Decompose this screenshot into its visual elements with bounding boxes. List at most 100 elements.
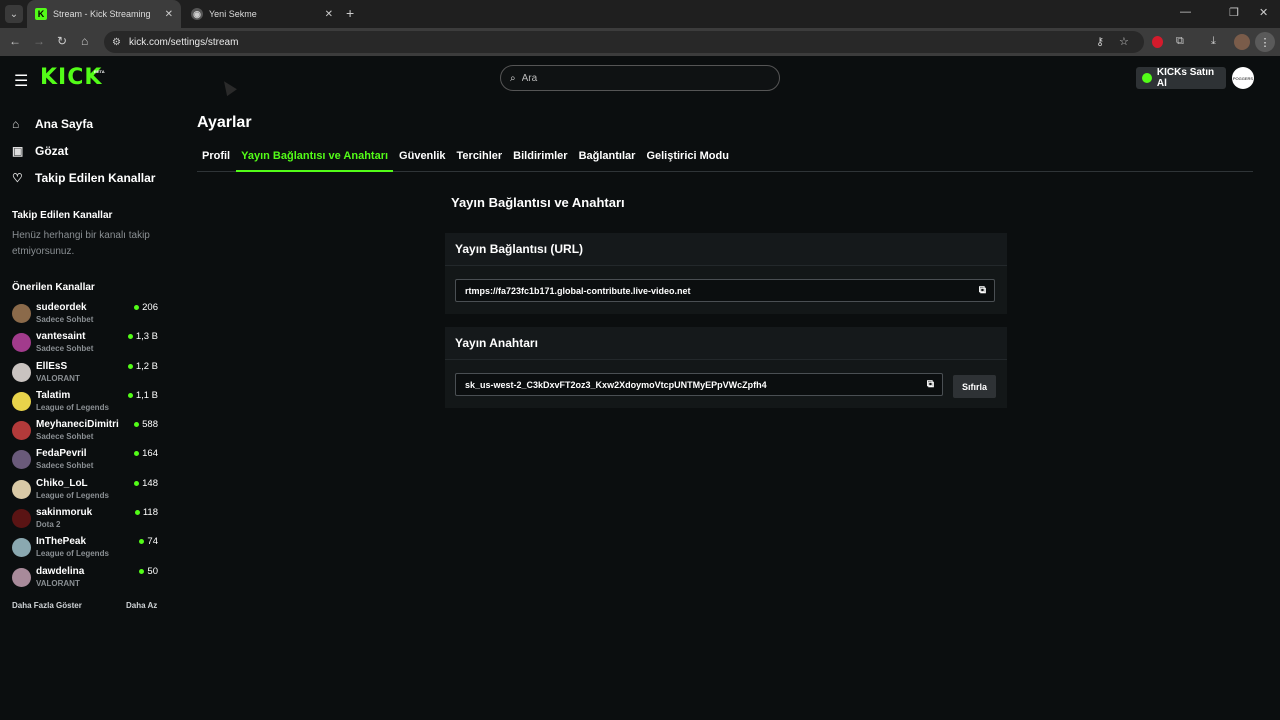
extensions-puzzle-icon[interactable]: ⧉ — [1176, 35, 1184, 48]
reset-key-button[interactable]: Sıfırla — [953, 375, 996, 398]
sidebar-item-browse[interactable]: ▣ Gözat — [12, 137, 155, 164]
live-dot-icon — [134, 451, 140, 457]
viewer-count-value: 1,1 B — [135, 389, 158, 401]
channel-category: VALORANT — [36, 578, 80, 588]
live-dot-icon — [139, 568, 145, 574]
viewer-count-value: 1,3 B — [135, 331, 158, 343]
site-info-icon[interactable]: ⚙ — [112, 37, 121, 48]
extension-icon[interactable] — [1152, 36, 1163, 48]
channel-category: League of Legends — [36, 402, 109, 412]
buy-kicks-button[interactable]: KICKs Satın Al — [1136, 67, 1226, 89]
viewer-count: 206 — [134, 302, 158, 313]
viewer-count-value: 164 — [142, 448, 158, 460]
sidebar-item-following[interactable]: ♡ Takip Edilen Kanallar — [12, 164, 155, 191]
close-icon[interactable]: ✕ — [165, 9, 173, 20]
back-icon[interactable]: ← — [9, 34, 21, 48]
channel-avatar — [12, 509, 31, 529]
followed-channels-title: Takip Edilen Kanallar — [12, 210, 113, 221]
tab-yay-n-ba-lant-s-ve-anahtar-[interactable]: Yayın Bağlantısı ve Anahtarı — [236, 146, 394, 172]
buy-kicks-label: KICKs Satın Al — [1156, 67, 1215, 89]
channel-avatar — [12, 538, 31, 558]
kick-favicon-icon: K — [35, 8, 47, 20]
password-key-icon[interactable]: ⚷ — [1096, 35, 1104, 48]
stream-url-field[interactable]: rtmps://fa723fc1b171.global-contribute.l… — [455, 279, 995, 302]
search-input[interactable] — [521, 72, 752, 84]
tab-profil[interactable]: Profil — [197, 146, 235, 172]
live-dot-icon — [134, 510, 140, 516]
channel-category: VALORANT — [36, 373, 80, 383]
channel-item[interactable]: FedaPevril Sadece Sohbet 164 — [12, 445, 160, 474]
sidebar-item-home[interactable]: ⌂ Ana Sayfa — [12, 110, 155, 137]
channel-category: Sadece Sohbet — [36, 461, 94, 471]
tab-geli-tirici-modu[interactable]: Geliştirici Modu — [641, 146, 734, 172]
sidebar-item-label: Gözat — [35, 143, 69, 158]
channel-avatar — [12, 421, 31, 441]
new-tab-icon[interactable]: + — [346, 5, 354, 21]
close-icon[interactable]: ✕ — [325, 9, 333, 20]
search-icon: ⌕ — [510, 72, 516, 84]
channel-item[interactable]: Talatim League of Legends 1,1 B — [12, 387, 160, 416]
browser-tabstrip: ⌄ K Stream - Kick Streaming ✕ ◉ Yeni Sek… — [0, 0, 1280, 28]
window-close-icon[interactable]: ✕ — [1259, 6, 1268, 19]
forward-icon[interactable]: → — [33, 34, 45, 48]
channel-avatar — [12, 450, 31, 470]
browser-tab[interactable]: ◉ Yeni Sekme ✕ — [183, 0, 341, 28]
home-browser-icon[interactable]: ⌂ — [81, 34, 88, 48]
more-menu-icon[interactable]: ⋮ — [1255, 32, 1275, 52]
channel-item[interactable]: dawdelina VALORANT 50 — [12, 563, 160, 592]
channel-item[interactable]: MeyhaneciDimitri Sadece Sohbet 588 — [12, 416, 160, 445]
page-title: Ayarlar — [197, 114, 252, 131]
search-bar[interactable]: ⌕ — [500, 65, 780, 91]
tab-title: Yeni Sekme — [209, 9, 257, 19]
channel-avatar — [12, 333, 31, 353]
tab-g-venlik[interactable]: Güvenlik — [394, 146, 450, 172]
channel-category: League of Legends — [36, 549, 109, 559]
channel-avatar — [12, 391, 31, 411]
viewer-count-value: 50 — [147, 565, 158, 577]
live-dot-icon — [139, 539, 145, 545]
channel-item[interactable]: Chiko_LoL League of Legends 148 — [12, 475, 160, 504]
copy-icon[interactable]: ⧉ — [927, 379, 934, 390]
tab-bildirimler[interactable]: Bildirimler — [508, 146, 572, 172]
section-title: Yayın Bağlantısı ve Anahtarı — [451, 195, 625, 210]
kicks-coin-icon — [1142, 73, 1152, 83]
show-more-button[interactable]: Daha Fazla Göster — [12, 601, 82, 610]
address-bar[interactable]: ⚙ kick.com/settings/stream — [104, 31, 1144, 53]
tab-search-icon[interactable]: ⌄ — [5, 5, 23, 23]
channel-item[interactable]: sakinmoruk Dota 2 118 — [12, 504, 160, 533]
recommended-channels-title: Önerilen Kanallar — [12, 282, 95, 293]
chrome-favicon-icon: ◉ — [191, 8, 203, 20]
channel-item[interactable]: sudeordek Sadece Sohbet 206 — [12, 299, 160, 328]
followed-empty-text: Henüz herhangi bir kanalı takip etmiyors… — [12, 230, 150, 257]
stream-url-card: Yayın Bağlantısı (URL) rtmps://fa723fc1b… — [445, 233, 1007, 314]
tab-tercihler[interactable]: Tercihler — [452, 146, 508, 172]
browser-profile-avatar[interactable] — [1234, 34, 1250, 50]
live-dot-icon — [134, 480, 140, 486]
tab-title: Stream - Kick Streaming — [53, 9, 151, 19]
hamburger-menu-icon[interactable]: ☰ — [14, 71, 28, 91]
browser-toolbar: ← → ↻ ⌂ ⚙ kick.com/settings/stream ⚷ ☆ ⧉… — [0, 28, 1280, 56]
reload-icon[interactable]: ↻ — [57, 34, 67, 48]
channel-avatar — [12, 304, 31, 323]
viewer-count: 118 — [134, 507, 158, 519]
channel-item[interactable]: InThePeak League of Legends 74 — [12, 533, 160, 562]
channel-category: Sadece Sohbet — [36, 315, 94, 324]
copy-icon[interactable]: ⧉ — [979, 285, 986, 296]
tab-ba-lant-lar[interactable]: Bağlantılar — [574, 146, 641, 172]
bookmark-star-icon[interactable]: ☆ — [1119, 35, 1129, 48]
show-less-button[interactable]: Daha Az — [126, 601, 157, 610]
viewer-count: 1,1 B — [127, 389, 158, 401]
download-icon[interactable]: ⤓ — [1211, 35, 1216, 48]
minimize-icon[interactable]: — — [1180, 6, 1191, 18]
user-avatar[interactable]: POGGERS — [1232, 67, 1254, 89]
stream-key-field[interactable]: sk_us-west-2_C3kDxvFT2oz3_Kxw2XdoymoVtcp… — [455, 373, 943, 396]
channel-item[interactable]: EllEsS VALORANT 1,2 B — [12, 358, 160, 387]
maximize-icon[interactable]: ❐ — [1229, 6, 1239, 19]
viewer-count-value: 1,2 B — [135, 360, 158, 372]
channel-avatar — [12, 362, 31, 382]
viewer-count: 50 — [139, 566, 158, 577]
viewer-count-value: 118 — [142, 507, 158, 519]
channel-category: Sadece Sohbet — [36, 344, 94, 354]
channel-item[interactable]: vantesaint Sadece Sohbet 1,3 B — [12, 328, 160, 357]
browser-tab-active[interactable]: K Stream - Kick Streaming ✕ — [27, 0, 181, 28]
